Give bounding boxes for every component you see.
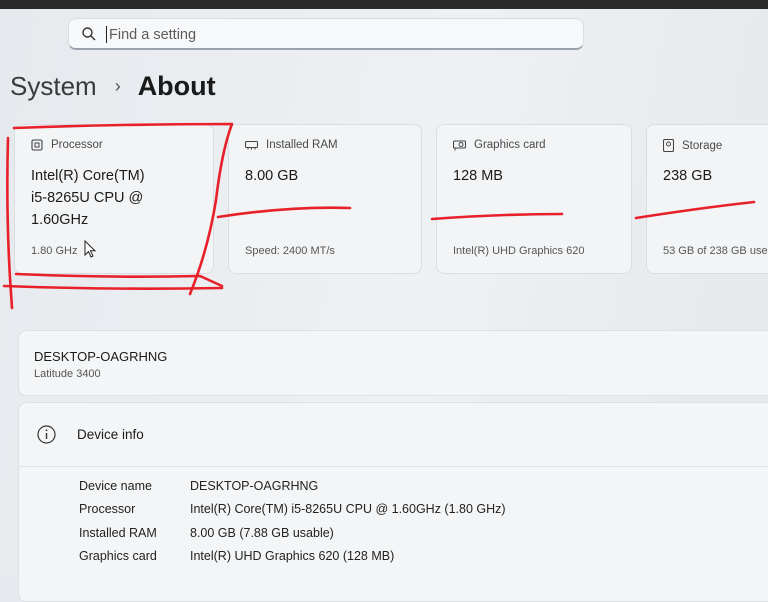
storage-icon (663, 139, 674, 152)
spec-label: Device name (79, 479, 152, 493)
spec-label: Graphics card (79, 549, 157, 563)
screen-top-edge (0, 0, 768, 9)
annotation-box-bottom2 (2, 284, 224, 290)
processor-value-line3: 1.60GHz (31, 212, 89, 228)
spec-label: Processor (79, 502, 136, 516)
processor-value-line1: Intel(R) Core(TM) (31, 168, 145, 184)
graphics-card-header: Graphics card (453, 139, 546, 151)
info-icon (37, 425, 56, 444)
device-model: Latitude 3400 (34, 368, 101, 380)
storage-usage: 53 GB of 238 GB use (663, 245, 768, 257)
processor-value-line2: i5-8265U CPU @ (31, 190, 144, 206)
storage-card-header: Storage (663, 139, 722, 152)
ram-value: 8.00 GB (245, 168, 299, 184)
annotation-box-left (6, 136, 14, 310)
processor-card-header: Processor (31, 139, 103, 151)
spec-label: Installed RAM (79, 526, 157, 540)
ram-card-header: Installed RAM (245, 139, 338, 151)
graphics-adapter: Intel(R) UHD Graphics 620 (453, 245, 585, 257)
memory-icon (245, 140, 258, 150)
processor-card-title: Processor (51, 139, 103, 151)
device-name-card[interactable]: DESKTOP-OAGRHNG Latitude 3400 (18, 330, 768, 396)
processor-icon (31, 139, 43, 151)
search-box[interactable] (68, 18, 584, 50)
graphics-card-icon (453, 139, 466, 150)
chevron-right-icon: › (114, 75, 121, 96)
annotation-box-bottom (14, 272, 224, 288)
spec-value: Intel(R) UHD Graphics 620 (128 MB) (190, 549, 395, 563)
graphics-card[interactable]: Graphics card 128 MB Intel(R) UHD Graphi… (436, 124, 632, 274)
graphics-card-title: Graphics card (474, 139, 546, 151)
breadcrumb: System › About (10, 66, 216, 106)
spec-value: DESKTOP-OAGRHNG (190, 479, 319, 493)
device-name: DESKTOP-OAGRHNG (34, 349, 168, 364)
ram-card[interactable]: Installed RAM 8.00 GB Speed: 2400 MT/s (228, 124, 422, 274)
processor-card[interactable]: Processor Intel(R) Core(TM) i5-8265U CPU… (14, 124, 214, 274)
storage-card-title: Storage (682, 139, 723, 152)
storage-value: 238 GB (663, 168, 713, 184)
ram-speed: Speed: 2400 MT/s (245, 245, 335, 257)
device-info-header[interactable]: Device info (19, 403, 768, 467)
graphics-value: 128 MB (453, 168, 503, 184)
search-icon (82, 27, 96, 41)
ram-card-title: Installed RAM (266, 139, 338, 151)
spec-value: Intel(R) Core(TM) i5-8265U CPU @ 1.60GHz… (190, 502, 506, 516)
device-info-section: Device info Device name DESKTOP-OAGRHNG … (18, 402, 768, 602)
page-title: About (137, 70, 216, 101)
device-info-title: Device info (77, 427, 144, 442)
storage-card[interactable]: Storage 238 GB 53 GB of 238 GB use (646, 124, 768, 274)
spec-value: 8.00 GB (7.88 GB usable) (190, 526, 334, 540)
search-input[interactable] (107, 23, 561, 47)
processor-speed: 1.80 GHz (31, 245, 78, 257)
breadcrumb-system[interactable]: System (10, 71, 97, 102)
processor-value: Intel(R) Core(TM) i5-8265U CPU @ 1.60GHz (31, 165, 206, 231)
